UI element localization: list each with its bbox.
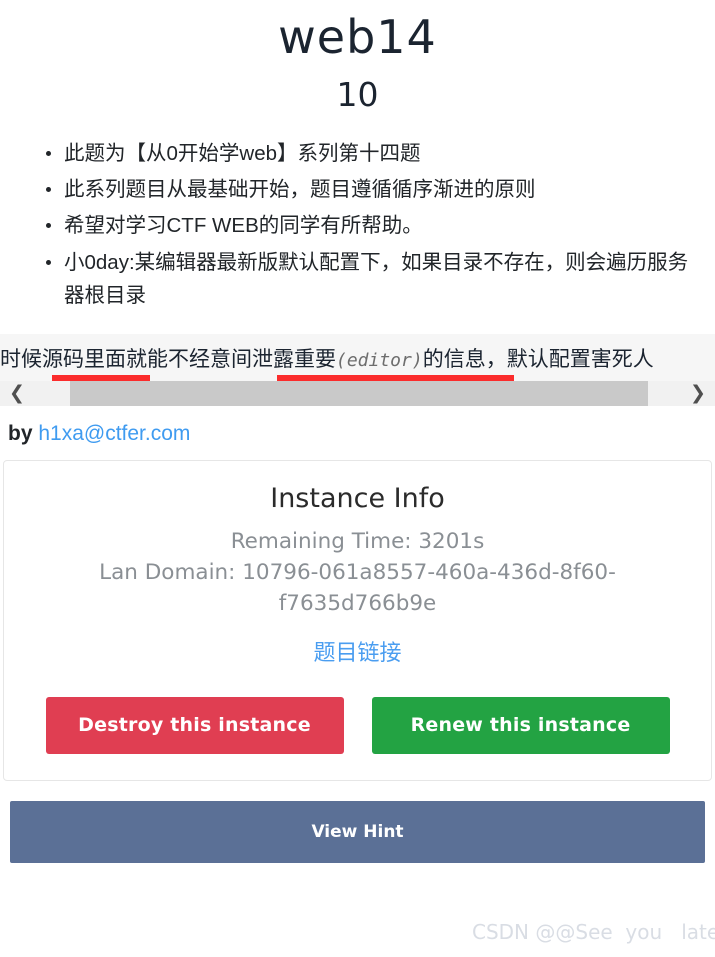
lan-domain-text: Lan Domain: 10796-061a8557-460a-436d-8f6… bbox=[99, 560, 616, 617]
renew-instance-button[interactable]: Renew this instance bbox=[371, 697, 670, 755]
code-text-before: 时候源码里面就能不经意间泄露重要 bbox=[0, 346, 336, 371]
page-title: web14 bbox=[278, 10, 437, 64]
list-item: 此题为【从0开始学web】系列第十四题 bbox=[46, 137, 701, 170]
scroll-left-arrow-icon[interactable]: ❮ bbox=[0, 381, 34, 406]
scroll-right-arrow-icon[interactable]: ❯ bbox=[681, 381, 715, 406]
list-item: 小0day:某编辑器最新版默认配置下，如果目录不存在，则会遍历服务器根目录 bbox=[46, 246, 701, 312]
code-text: 时候源码里面就能不经意间泄露重要(editor)的信息，默认配置害死人 bbox=[0, 346, 654, 373]
instance-info-title: Instance Info bbox=[270, 482, 445, 514]
list-item: 此系列题目从最基础开始，题目遵循循序渐进的原则 bbox=[46, 173, 701, 206]
scrollbar-thumb[interactable] bbox=[70, 380, 648, 406]
byline-prefix: by bbox=[8, 421, 39, 445]
destroy-instance-button[interactable]: Destroy this instance bbox=[45, 697, 344, 755]
scrollbar-track[interactable] bbox=[34, 380, 681, 406]
challenge-link[interactable]: 题目链接 bbox=[22, 635, 693, 667]
horizontal-scrollbar[interactable]: ❮ ❯ bbox=[0, 380, 715, 406]
code-scroll-block[interactable]: 时候源码里面就能不经意间泄露重要(editor)的信息，默认配置害死人 ❮ ❯ bbox=[0, 333, 715, 406]
byline: by h1xa@ctfer.com bbox=[0, 422, 715, 446]
code-text-after: 的信息，默认配置害死人 bbox=[422, 346, 654, 371]
csdn-watermark: CSDN @@See you later bbox=[472, 920, 715, 944]
author-email-link[interactable]: h1xa@ctfer.com bbox=[38, 422, 190, 445]
instance-action-buttons: Destroy this instance Renew this instanc… bbox=[22, 697, 693, 755]
page-subtitle: 10 bbox=[336, 74, 379, 114]
description-list: 此题为【从0开始学web】系列第十四题 此系列题目从最基础开始，题目遵循循序渐进… bbox=[0, 137, 715, 312]
remaining-time-text: Remaining Time: 3201s bbox=[230, 528, 485, 554]
challenge-page: web14 10 此题为【从0开始学web】系列第十四题 此系列题目从最基础开始… bbox=[0, 10, 715, 864]
view-hint-button[interactable]: View Hint bbox=[10, 801, 705, 864]
code-text-mono: (editor) bbox=[336, 349, 423, 371]
instance-info-card: Instance Info Remaining Time: 3201s Lan … bbox=[3, 459, 712, 782]
list-item: 希望对学习CTF WEB的同学有所帮助。 bbox=[46, 209, 701, 242]
